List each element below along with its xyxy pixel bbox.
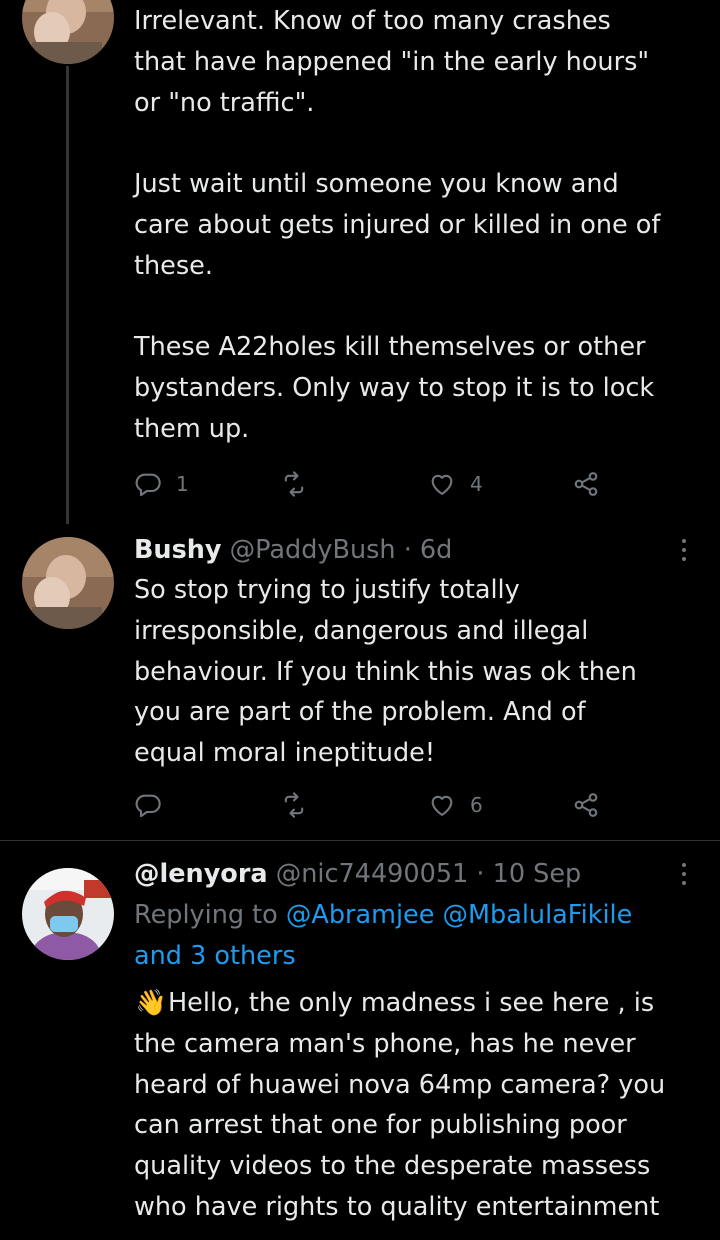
more-options-button[interactable] <box>672 535 696 565</box>
share-button[interactable] <box>572 787 600 823</box>
more-icon-dot <box>682 557 686 561</box>
timestamp[interactable]: 10 Sep <box>493 859 582 889</box>
tweet-3[interactable]: @lenyora @nic74490051 · 10 Sep Replying … <box>0 841 720 1240</box>
tweet-2[interactable]: Bushy @PaddyBush · 6d So stop trying to … <box>0 525 720 840</box>
reply-others-link[interactable]: and 3 others <box>134 941 296 971</box>
separator-dot: · <box>476 859 485 889</box>
share-icon <box>574 472 598 496</box>
tweet-text: Hello, the only madness i see here , is … <box>134 988 666 1222</box>
more-icon-dot <box>682 548 686 552</box>
more-icon-dot <box>682 881 686 885</box>
tweet-actions: 6 <box>134 787 614 823</box>
reply-button[interactable] <box>134 787 176 823</box>
display-name[interactable]: @lenyora <box>134 859 268 889</box>
reply-mentions-link[interactable]: @Abramjee @MbalulaFikile <box>286 900 632 930</box>
more-options-button[interactable] <box>672 859 696 889</box>
retweet-button[interactable] <box>280 787 322 823</box>
replying-to: Replying to @Abramjee @MbalulaFikile and… <box>134 895 694 977</box>
tweet-actions: 1 4 <box>134 466 614 502</box>
share-button[interactable] <box>572 466 600 502</box>
avatar[interactable] <box>22 868 114 960</box>
retweet-button[interactable] <box>280 466 322 502</box>
retweet-icon <box>284 471 304 497</box>
replying-to-label: Replying to <box>134 900 278 930</box>
tweet-text: So stop trying to justify totally irresp… <box>134 575 637 769</box>
thread-line <box>66 66 69 524</box>
tweet-text-container: 👋Hello, the only madness i see here , is… <box>134 983 704 1228</box>
like-button[interactable]: 6 <box>428 787 483 823</box>
separator-dot: · <box>403 535 412 565</box>
like-count: 4 <box>470 472 483 496</box>
waving-hand-emoji: 👋 <box>135 988 167 1018</box>
like-icon <box>431 474 453 495</box>
reply-icon <box>135 473 161 497</box>
tweet-text: Irrelevant. Know of too many crashes tha… <box>134 6 661 444</box>
username[interactable]: @nic74490051 <box>276 859 469 889</box>
more-icon-dot <box>682 872 686 876</box>
reply-icon <box>135 794 161 818</box>
like-icon <box>431 795 453 816</box>
like-count: 6 <box>470 793 483 817</box>
share-icon <box>574 793 598 817</box>
tweet-header: @lenyora @nic74490051 · 10 Sep <box>134 857 674 891</box>
timestamp[interactable]: 6d <box>420 535 452 565</box>
avatar[interactable] <box>22 0 114 64</box>
display-name[interactable]: Bushy <box>134 535 222 565</box>
username[interactable]: @PaddyBush <box>230 535 396 565</box>
more-icon <box>682 539 686 543</box>
like-button[interactable]: 4 <box>428 466 483 502</box>
tweet-header: Bushy @PaddyBush · 6d <box>134 533 674 567</box>
retweet-icon <box>284 792 304 818</box>
tweet-1[interactable]: Irrelevant. Know of too many crashes tha… <box>0 0 720 525</box>
more-icon <box>682 863 686 867</box>
reply-button[interactable]: 1 <box>134 466 189 502</box>
reply-count: 1 <box>176 472 189 496</box>
avatar[interactable] <box>22 537 114 629</box>
